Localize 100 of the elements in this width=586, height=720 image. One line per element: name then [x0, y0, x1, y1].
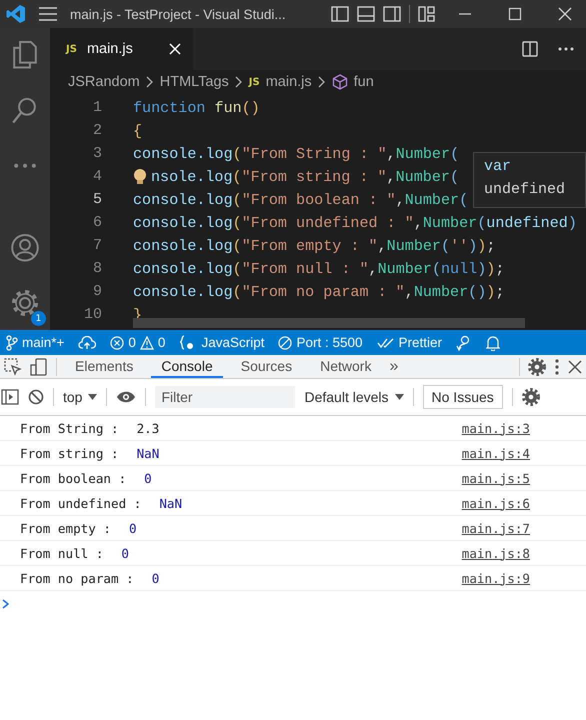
devtools-tab[interactable]: Sources: [230, 355, 302, 378]
source-link[interactable]: main.js:5: [462, 470, 530, 486]
error-count[interactable]: 0: [128, 335, 136, 350]
warning-icon[interactable]: [140, 336, 154, 350]
kebab-menu-icon[interactable]: [554, 358, 560, 376]
hover-text: var: [484, 157, 512, 177]
lightbulb-icon[interactable]: [133, 168, 147, 186]
code-line: console.log("From no param : ",Number());: [133, 282, 504, 300]
source-link[interactable]: main.js:7: [462, 520, 530, 536]
formatter-status[interactable]: Prettier: [398, 335, 442, 350]
line-number: 6: [92, 214, 102, 231]
code-line: function fun(): [133, 98, 260, 116]
filter-field[interactable]: Filter: [155, 386, 296, 408]
code-line: console.log("From empty : ",Number(''));: [133, 236, 496, 254]
issues-button[interactable]: No Issues: [422, 385, 503, 409]
language-mode[interactable]: JavaScript: [201, 335, 264, 350]
branch-icon[interactable]: [6, 334, 18, 350]
breadcrumb[interactable]: fun: [354, 74, 374, 90]
source-link[interactable]: main.js:9: [462, 570, 530, 586]
warning-count[interactable]: 0: [158, 335, 166, 350]
secondary-sidebar-icon[interactable]: [383, 5, 401, 23]
code-line: console.log("From boolean : ",Number(: [133, 190, 468, 208]
notification-badge: 1: [31, 311, 46, 326]
branch-name[interactable]: main*+: [22, 335, 64, 350]
line-number: 5: [92, 191, 102, 208]
settings-icon[interactable]: [522, 388, 540, 406]
search-icon[interactable]: [11, 96, 39, 125]
log-message: From empty :: [20, 520, 111, 536]
source-link[interactable]: main.js:6: [462, 496, 530, 510]
code-line: {: [133, 122, 142, 140]
sidebar-toggle-icon[interactable]: [1, 389, 19, 405]
js-file-icon: JS: [248, 76, 260, 88]
files-icon[interactable]: [11, 40, 39, 70]
sidebar-layout-icon[interactable]: [331, 5, 349, 23]
code-line: console.log("From null : ",Number(null));: [133, 260, 504, 278]
log-levels-select[interactable]: Default levels: [304, 389, 404, 405]
log-message: From no param :: [20, 570, 134, 586]
log-value: 0: [129, 520, 137, 536]
panel-layout-icon[interactable]: [357, 5, 375, 23]
breadcrumb[interactable]: main.js: [266, 74, 312, 90]
hover-text: undefined: [484, 180, 566, 200]
source-link[interactable]: main.js:4: [462, 446, 530, 460]
more-actions-icon[interactable]: [558, 47, 574, 51]
scrollbar[interactable]: [133, 318, 525, 328]
breadcrumb[interactable]: HTMLTags: [160, 74, 229, 90]
log-value: NaN: [136, 446, 160, 460]
caret-icon: [88, 394, 98, 400]
more-tabs-button[interactable]: »: [389, 358, 398, 376]
log-value: 2.3: [136, 420, 160, 436]
context-select[interactable]: top: [63, 389, 98, 405]
line-number: 10: [82, 306, 102, 323]
inspect-icon[interactable]: [4, 358, 22, 376]
tab-label: main.js: [86, 41, 134, 57]
source-link[interactable]: main.js:3: [462, 420, 530, 436]
log-value: NaN: [159, 496, 182, 510]
window-title: main.js - TestProject - Visual Studi...: [70, 6, 286, 22]
account-icon[interactable]: [10, 232, 40, 262]
line-number: 3: [92, 145, 102, 162]
port-status[interactable]: Port : 5500: [296, 335, 363, 350]
device-toolbar-icon[interactable]: [30, 358, 48, 376]
chevron-icon: [318, 76, 326, 88]
line-number: 4: [92, 168, 102, 185]
double-check-icon[interactable]: [376, 336, 395, 348]
log-value: 0: [152, 570, 160, 586]
close-tab-icon[interactable]: [169, 43, 181, 55]
js-file-icon: JS: [66, 44, 77, 54]
maximize-icon[interactable]: [508, 7, 522, 21]
chevron-icon: [234, 76, 243, 88]
line-number: 9: [92, 283, 102, 300]
source-link[interactable]: main.js:8: [462, 546, 530, 560]
menu-icon[interactable]: [38, 7, 58, 21]
devtools-tab[interactable]: Elements: [65, 355, 144, 378]
error-icon[interactable]: [110, 336, 124, 350]
line-number: 7: [92, 237, 102, 254]
caret-icon: [394, 394, 404, 400]
log-message: From null :: [20, 546, 104, 560]
split-editor-icon[interactable]: [522, 41, 538, 57]
log-message: From boolean :: [20, 470, 126, 486]
cube-icon: [332, 74, 348, 90]
prompt-icon[interactable]: [2, 599, 10, 609]
clear-console-icon[interactable]: [28, 389, 44, 405]
chevron-icon: [146, 76, 154, 88]
editor-tab[interactable]: JS main.js: [50, 28, 193, 70]
settings-icon[interactable]: [528, 358, 546, 376]
log-value: 0: [121, 546, 129, 560]
devtools-tab[interactable]: Network: [310, 355, 382, 378]
log-message: From String :: [20, 420, 119, 436]
bell-icon[interactable]: [486, 334, 500, 350]
breadcrumb[interactable]: JSRandom: [68, 74, 140, 90]
log-message: From string :: [20, 446, 119, 460]
layout-icon[interactable]: [418, 5, 436, 23]
app-logo-icon: [6, 4, 26, 24]
cloud-upload-icon[interactable]: [78, 336, 96, 350]
code-line: console.log("From undefined : ",Number(undefined): [133, 214, 577, 232]
no-entry-icon[interactable]: [278, 336, 292, 350]
code-line: nsole.log("From string : ",Number(: [151, 168, 460, 186]
close-icon[interactable]: [568, 360, 582, 374]
eye-icon[interactable]: [116, 390, 136, 404]
log-value: 0: [144, 470, 152, 486]
code-line: console.log("From String : ",Number(: [133, 144, 460, 162]
